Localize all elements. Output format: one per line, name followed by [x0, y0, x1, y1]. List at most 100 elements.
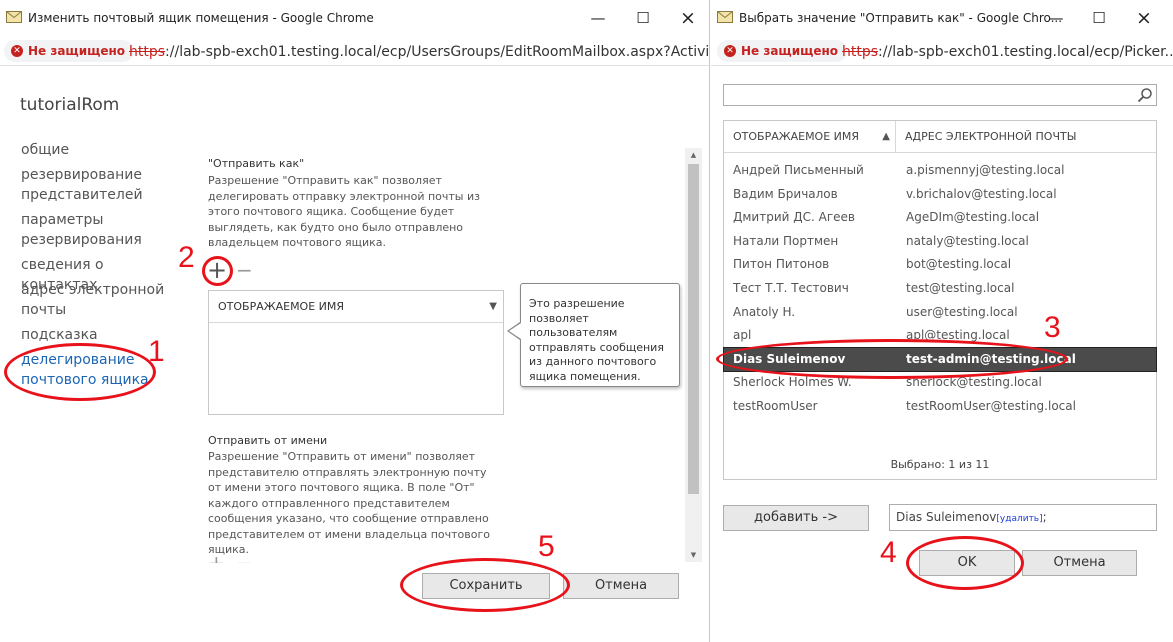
address-bar[interactable]: ✕ Не защищено https://lab-spb-exch01.tes… [711, 36, 1173, 66]
security-badge[interactable]: ✕ Не защищено [717, 40, 848, 62]
address-bar[interactable]: ✕ Не защищено https://lab-spb-exch01.tes… [0, 36, 709, 66]
row-email: test@testing.local [906, 280, 1015, 295]
send-on-behalf-description: Разрешение "Отправить от имени" позволяе… [208, 450, 490, 556]
mail-window-icon [6, 11, 22, 23]
tooltip-arrow-fill [509, 323, 521, 339]
selection-count: Выбрано: 1 из 11 [890, 458, 990, 471]
maximize-button[interactable]: ☐ [628, 6, 658, 30]
sort-asc-icon[interactable]: ▲ [882, 121, 890, 153]
remove-minus-icon-2[interactable]: − [236, 553, 253, 563]
remove-link[interactable]: [удалить] [996, 514, 1042, 524]
mail-window-icon [717, 11, 733, 23]
chevron-down-icon[interactable]: ▼ [489, 291, 497, 323]
row-display-name: Anatoly H. [733, 304, 796, 319]
window-title: Изменить почтовый ящик помещения - Googl… [28, 11, 374, 25]
send-as-description: Разрешение "Отправить как" позволяет дел… [208, 174, 480, 249]
separator: ; [1042, 510, 1047, 524]
annotation-number-2: 2 [178, 241, 195, 274]
annotation-circle-3 [716, 339, 1068, 379]
security-label: Не защищено [28, 44, 126, 58]
annotation-number-3: 3 [1044, 311, 1061, 344]
close-button[interactable]: × [1129, 6, 1159, 30]
url-rest: ://lab-spb-exch01.testing.local/ecp/User… [165, 44, 710, 60]
window-title: Выбрать значение "Отправить как" - Googl… [739, 11, 1063, 25]
grid-header-label: ОТОБРАЖАЕМОЕ ИМЯ [218, 300, 345, 313]
column-display-name[interactable]: ОТОБРАЖАЕМОЕ ИМЯ ▲ [724, 121, 896, 153]
column-email[interactable]: АДРЕС ЭЛЕКТРОННОЙ ПОЧТЫ [896, 121, 1156, 153]
add-button[interactable]: добавить -> [723, 505, 869, 531]
scroll-up-icon[interactable]: ▲ [685, 148, 702, 162]
nav-item-general[interactable]: общие [21, 140, 171, 160]
warning-icon: ✕ [724, 45, 736, 57]
scroll-thumb[interactable] [688, 164, 699, 494]
row-display-name: Андрей Письменный [733, 163, 864, 177]
url-rest: ://lab-spb-exch01.testing.local/ecp/Pick… [878, 44, 1173, 60]
table-row[interactable]: Вадим Бричалов v.brichalov@testing.local [724, 183, 1156, 207]
edit-room-mailbox-window: Изменить почтовый ящик помещения - Googl… [0, 0, 710, 642]
scroll-down-icon[interactable]: ▼ [685, 548, 702, 562]
row-email: v.brichalov@testing.local [906, 186, 1057, 201]
table-header: ОТОБРАЖАЕМОЕ ИМЯ ▲ АДРЕС ЭЛЕКТРОННОЙ ПОЧ… [724, 121, 1156, 153]
minimize-button[interactable]: — [583, 6, 613, 30]
annotation-circle-5 [400, 558, 570, 612]
selected-recipient: Dias Suleimenov [896, 510, 997, 524]
tooltip: Это разрешение позволяет пользователям о… [520, 283, 680, 387]
row-email: nataly@testing.local [906, 233, 1029, 248]
table-row[interactable]: Тест Т.Т. Тестович test@testing.local [724, 277, 1156, 301]
row-email: bot@testing.local [906, 257, 1012, 272]
annotation-circle-2 [202, 256, 233, 286]
nav-item-email-address[interactable]: адрес электронной почты [21, 280, 171, 320]
maximize-button[interactable]: ☐ [1084, 6, 1114, 30]
cancel-button[interactable]: Отмена [1022, 550, 1137, 576]
row-display-name: Натали Портмен [733, 233, 839, 248]
row-display-name: apl [733, 328, 752, 343]
mailbox-name: tutorialRom [20, 95, 120, 115]
url-scheme: https [842, 44, 879, 60]
row-email: testRoomUser@testing.local [906, 398, 1076, 413]
row-email: user@testing.local [906, 304, 1018, 319]
search-input[interactable] [723, 84, 1157, 106]
row-display-name: Тест Т.Т. Тестович [733, 280, 849, 295]
security-label: Не защищено [741, 44, 839, 58]
grid-header[interactable]: ОТОБРАЖАЕМОЕ ИМЯ ▼ [209, 291, 503, 323]
table-row[interactable]: Питон Питонов bot@testing.local [724, 253, 1156, 277]
url-text: https://lab-spb-exch01.testing.local/ecp… [129, 44, 710, 60]
remove-minus-icon[interactable]: − [236, 260, 253, 280]
recipient-table[interactable]: ОТОБРАЖАЕМОЕ ИМЯ ▲ АДРЕС ЭЛЕКТРОННОЙ ПОЧ… [723, 120, 1157, 480]
table-row[interactable]: Дмитрий ДС. Агеев AgeDIm@testing.local [724, 206, 1156, 230]
column-email-label: АДРЕС ЭЛЕКТРОННОЙ ПОЧТЫ [905, 130, 1077, 143]
url-scheme: https [129, 44, 166, 60]
titlebar: Изменить почтовый ящик помещения - Googl… [0, 0, 709, 36]
table-row[interactable]: testRoomUser testRoomUser@testing.local [724, 395, 1156, 419]
security-badge[interactable]: ✕ Не защищено [4, 40, 135, 62]
minimize-button[interactable]: — [1041, 6, 1071, 30]
selected-recipients-field[interactable]: Dias Suleimenov[удалить]; [889, 504, 1157, 531]
url-text: https://lab-spb-exch01.testing.local/ecp… [842, 44, 1173, 60]
column-display-name-label: ОТОБРАЖАЕМОЕ ИМЯ [733, 130, 860, 143]
row-display-name: Дмитрий ДС. Агеев [733, 210, 855, 225]
table-row[interactable]: Натали Портмен nataly@testing.local [724, 230, 1156, 254]
table-row[interactable]: Андрей Письменный a.pismennyj@testing.loc… [724, 159, 1156, 183]
row-display-name: testRoomUser [733, 398, 818, 413]
titlebar: Выбрать значение "Отправить как" - Googl… [711, 0, 1173, 36]
search-icon[interactable] [1137, 87, 1153, 103]
nav-item-booking-options[interactable]: параметры резервирования [21, 210, 171, 250]
add-plus-icon-2[interactable]: + [208, 553, 225, 563]
nav-item-booking-delegates[interactable]: резервирование представителей [21, 165, 171, 205]
annotation-circle-4 [906, 536, 1024, 590]
annotation-number-5: 5 [538, 530, 555, 563]
send-as-grid[interactable]: ОТОБРАЖАЕМОЕ ИМЯ ▼ [208, 290, 504, 415]
row-email: a.pismennyj@testing.local [906, 163, 1065, 177]
scrollbar[interactable]: ▲ ▼ [685, 148, 702, 562]
row-display-name: Вадим Бричалов [733, 186, 838, 201]
row-display-name: Питон Питонов [733, 257, 830, 272]
send-as-title: "Отправить как" [208, 157, 305, 170]
row-email: AgeDIm@testing.local [906, 210, 1040, 225]
cancel-button[interactable]: Отмена [563, 573, 679, 599]
close-button[interactable]: × [673, 6, 703, 30]
warning-icon: ✕ [11, 45, 23, 57]
table-rows: Андрей Письменный a.pismennyj@testing.loc… [723, 159, 1157, 419]
annotation-number-4: 4 [880, 536, 897, 569]
table-row[interactable]: Anatoly H. user@testing.local [724, 301, 1156, 325]
send-on-behalf-title: Отправить от имени [208, 434, 328, 447]
